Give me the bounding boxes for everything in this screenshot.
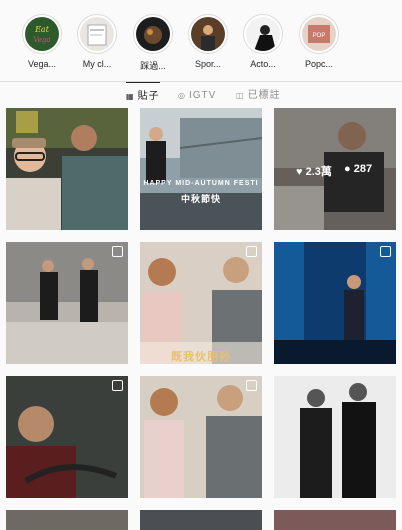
comment-icon: ● bbox=[344, 163, 351, 175]
highlight-label: Acto... bbox=[250, 59, 276, 69]
svg-text:Vega: Vega bbox=[33, 36, 50, 44]
highlight-ring bbox=[77, 14, 117, 54]
svg-text:Eat: Eat bbox=[34, 25, 50, 34]
highlight-thumbnail: POP bbox=[302, 17, 336, 51]
tagged-icon: ◫ bbox=[236, 91, 245, 100]
highlight-label: Vega... bbox=[27, 59, 57, 69]
profile-tabs: ▦ 貼子 ◎ IGTV ◫ 已標註 bbox=[0, 82, 402, 108]
post-thumbnail[interactable] bbox=[274, 510, 396, 530]
highlight-thumbnail bbox=[191, 17, 225, 51]
post-thumbnail[interactable]: 既我伙朋孙 bbox=[140, 242, 262, 364]
comment-count: 287 bbox=[353, 163, 373, 175]
highlight-ring bbox=[133, 14, 173, 54]
post-thumbnail[interactable] bbox=[6, 510, 128, 530]
highlight-vegan[interactable]: Eat Vega Vega... bbox=[17, 14, 67, 69]
post-thumbnail[interactable] bbox=[6, 108, 128, 230]
video-icon bbox=[112, 380, 123, 391]
multi-post-icon bbox=[112, 246, 123, 257]
highlight-thumbnail bbox=[136, 17, 170, 51]
post-hover-overlay: ♥ 2.3萬 ● 287 bbox=[274, 108, 396, 230]
post-thumbnail[interactable]: HAPPY MID-AUTUMN FESTI 中秋節快 bbox=[140, 108, 262, 230]
grid-icon: ▦ bbox=[126, 92, 135, 101]
tab-igtv[interactable]: ◎ IGTV bbox=[178, 82, 216, 108]
highlight-label: Popc... bbox=[304, 59, 333, 69]
post-thumbnail[interactable] bbox=[140, 376, 262, 498]
highlight-ring: POP bbox=[299, 14, 339, 54]
highlight-thumbnail: Eat Vega bbox=[25, 17, 59, 51]
highlight-food[interactable]: 踩過... bbox=[128, 14, 178, 72]
tab-posts[interactable]: ▦ 貼子 bbox=[126, 82, 160, 109]
like-count: 2.3萬 bbox=[305, 166, 332, 178]
highlight-my-closet[interactable]: My cl... bbox=[72, 14, 122, 69]
tab-tagged[interactable]: ◫ 已標註 bbox=[236, 82, 281, 108]
video-icon bbox=[246, 246, 257, 257]
tab-label: 貼子 bbox=[137, 91, 160, 102]
highlight-thumbnail bbox=[246, 17, 280, 51]
svg-text:POP: POP bbox=[313, 33, 326, 39]
post-thumbnail[interactable]: ♥ 2.3萬 ● 287 bbox=[274, 108, 396, 230]
highlight-actor[interactable]: Acto... bbox=[238, 14, 288, 69]
tab-label: IGTV bbox=[188, 90, 217, 101]
highlight-ring: Eat Vega bbox=[22, 14, 62, 54]
heart-icon: ♥ bbox=[296, 166, 303, 178]
post-caption: 既我伙朋孙 bbox=[171, 351, 231, 363]
post-caption-chinese: 中秋節快 bbox=[180, 194, 221, 204]
highlight-label: 踩過... bbox=[140, 61, 166, 71]
post-caption: HAPPY MID-AUTUMN FESTI bbox=[143, 180, 259, 187]
video-icon bbox=[246, 380, 257, 391]
highlight-label: Spor... bbox=[194, 59, 221, 69]
highlight-ring bbox=[243, 14, 283, 54]
story-highlights: Eat Vega Vega... My cl... 踩過... Spor... bbox=[0, 0, 402, 80]
post-thumbnail[interactable] bbox=[6, 242, 128, 364]
highlight-sports[interactable]: Spor... bbox=[183, 14, 233, 69]
highlight-thumbnail bbox=[80, 17, 114, 51]
tab-label: 已標註 bbox=[247, 90, 281, 101]
multi-post-icon bbox=[380, 246, 391, 257]
post-thumbnail[interactable] bbox=[140, 510, 262, 530]
highlight-label: My cl... bbox=[82, 59, 112, 69]
igtv-icon: ◎ bbox=[178, 91, 186, 100]
post-thumbnail[interactable] bbox=[6, 376, 128, 498]
post-thumbnail[interactable] bbox=[274, 242, 396, 364]
post-thumbnail[interactable] bbox=[274, 376, 396, 498]
highlight-ring bbox=[188, 14, 228, 54]
highlight-popcorn[interactable]: POP Popc... bbox=[294, 14, 344, 69]
